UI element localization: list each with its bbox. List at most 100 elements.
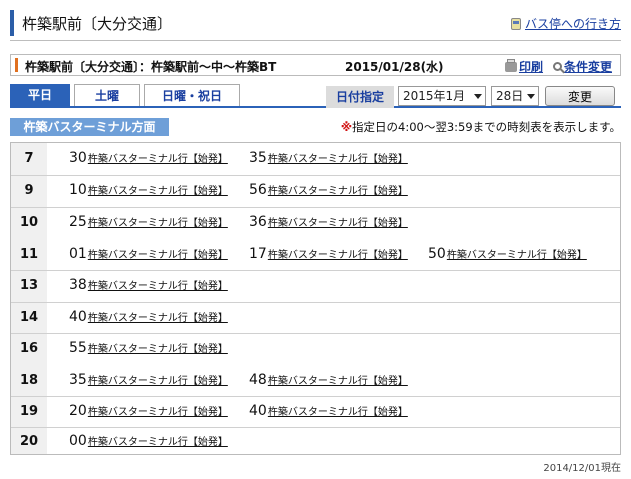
departure-destination-link[interactable]: 杵築バスターミナル行【始発】 (268, 182, 408, 197)
departure-entry[interactable]: 17 杵築バスターミナル行【始発】 (249, 246, 408, 262)
departure-entry[interactable]: 50 杵築バスターミナル行【始発】 (428, 246, 587, 262)
page-title: 杵築駅前〔大分交通〕 (22, 15, 173, 33)
timetable-row: 7 30 杵築バスターミナル行【始発】 35 杵築バスターミナル行【始発】 (11, 143, 620, 176)
hour-label: 18 (19, 373, 39, 388)
tab-sunday-holiday[interactable]: 日曜・祝日 (144, 84, 240, 106)
departure-destination-link[interactable]: 杵築バスターミナル行【始発】 (88, 403, 228, 418)
departure-entry[interactable]: 35 杵築バスターミナル行【始発】 (69, 372, 228, 388)
last-updated: 2014/12/01現在 (543, 463, 621, 474)
departure-entry[interactable]: 48 杵築バスターミナル行【始発】 (249, 372, 408, 388)
departure-minute: 35 (249, 150, 267, 166)
change-conditions-button[interactable]: 条件変更 (552, 58, 612, 75)
hour-label: 11 (19, 247, 39, 262)
departure-entry[interactable]: 25 杵築バスターミナル行【始発】 (69, 214, 228, 230)
departure-entry[interactable]: 01 杵築バスターミナル行【始発】 (69, 246, 228, 262)
departure-minute: 01 (69, 246, 87, 262)
timetable: 7 30 杵築バスターミナル行【始発】 35 杵築バスターミナル行【始発】 9 10 杵築バス… (10, 142, 621, 455)
departure-minute: 40 (249, 403, 267, 419)
hour-label: 20 (19, 434, 39, 449)
departure-entry[interactable]: 56 杵築バスターミナル行【始発】 (249, 182, 408, 198)
hour-label: 10 (19, 215, 39, 230)
departure-minute: 10 (69, 182, 87, 198)
departure-entry[interactable]: 20 杵築バスターミナル行【始発】 (69, 403, 228, 419)
departure-minute: 48 (249, 372, 267, 388)
print-button[interactable]: 印刷 (504, 58, 543, 75)
notice-text: ※指定日の4:00〜翌3:59までの時刻表を表示します。 (341, 119, 621, 135)
departure-entry[interactable]: 38 杵築バスターミナル行【始発】 (69, 277, 228, 293)
bus-stop-directions-label: バス停への行き方 (524, 17, 621, 31)
departure-destination-link[interactable]: 杵築バスターミナル行【始発】 (268, 150, 408, 165)
notice-mark: ※ (340, 120, 352, 134)
month-select-value: 2015年1月 (403, 89, 466, 103)
departure-entry[interactable]: 36 杵築バスターミナル行【始発】 (249, 214, 408, 230)
departure-minute: 36 (249, 214, 267, 230)
departure-entry[interactable]: 40 杵築バスターミナル行【始発】 (249, 403, 408, 419)
chevron-down-icon (474, 94, 482, 99)
printer-icon (504, 58, 517, 72)
departure-minute: 30 (69, 150, 87, 166)
timetable-row: 13 38 杵築バスターミナル行【始発】 (11, 270, 620, 303)
bus-stop-icon (510, 17, 521, 30)
departure-destination-link[interactable]: 杵築バスターミナル行【始発】 (88, 372, 228, 387)
timetable-row: 9 10 杵築バスターミナル行【始発】 56 杵築バスターミナル行【始発】 (11, 175, 620, 208)
departure-minute: 20 (69, 403, 87, 419)
hour-label: 16 (19, 341, 39, 356)
direction-label: 杵築バスターミナル方面 (10, 118, 169, 136)
day-select[interactable]: 28日 (491, 86, 539, 106)
hour-label: 7 (24, 151, 34, 166)
page-header: 杵築駅前〔大分交通〕 バス停への行き方 (10, 8, 621, 38)
route-info-bar: 杵築駅前〔大分交通〕：杵築駅前〜中〜杵築BT 2015/01/28(水) 印刷 … (10, 54, 621, 76)
day-select-value: 28日 (496, 89, 524, 103)
departure-destination-link[interactable]: 杵築バスターミナル行【始発】 (88, 182, 228, 197)
departure-minute: 17 (249, 246, 267, 262)
title-divider (10, 40, 621, 41)
print-label: 印刷 (518, 60, 543, 74)
info-actions: 印刷 条件変更 (504, 58, 612, 75)
departure-entry[interactable]: 30 杵築バスターミナル行【始発】 (69, 150, 228, 166)
route-name: 杵築駅前〔大分交通〕：杵築駅前〜中〜杵築BT (25, 60, 277, 74)
departure-destination-link[interactable]: 杵築バスターミナル行【始発】 (88, 340, 228, 355)
departure-minute: 38 (69, 277, 87, 293)
month-select[interactable]: 2015年1月 (398, 86, 486, 106)
info-accent-bar (15, 58, 18, 72)
departure-destination-link[interactable]: 杵築バスターミナル行【始発】 (447, 246, 587, 261)
change-date-button[interactable]: 変更 (545, 86, 615, 106)
departure-destination-link[interactable]: 杵築バスターミナル行【始発】 (88, 277, 228, 292)
departure-minute: 50 (428, 246, 446, 262)
departure-destination-link[interactable]: 杵築バスターミナル行【始発】 (88, 433, 228, 448)
departure-destination-link[interactable]: 杵築バスターミナル行【始発】 (88, 309, 228, 324)
departure-entry[interactable]: 35 杵築バスターミナル行【始発】 (249, 150, 408, 166)
departure-minute: 56 (249, 182, 267, 198)
hour-label: 9 (24, 183, 34, 198)
departure-minute: 00 (69, 433, 87, 449)
hour-label: 13 (19, 278, 39, 293)
departure-destination-link[interactable]: 杵築バスターミナル行【始発】 (268, 372, 408, 387)
hour-label: 19 (19, 404, 39, 419)
title-accent-bar (10, 10, 14, 36)
tab-weekday[interactable]: 平日 (10, 84, 70, 106)
change-conditions-label: 条件変更 (563, 60, 612, 74)
hour-label: 14 (19, 310, 39, 325)
departure-destination-link[interactable]: 杵築バスターミナル行【始発】 (268, 246, 408, 261)
magnifier-icon (552, 62, 562, 71)
departure-destination-link[interactable]: 杵築バスターミナル行【始発】 (88, 150, 228, 165)
date-spec-label: 日付指定 (326, 86, 394, 108)
departure-entry[interactable]: 00 杵築バスターミナル行【始発】 (69, 433, 228, 449)
timetable-row: 11 01 杵築バスターミナル行【始発】 17 杵築バスターミナル行【始発】 50 杵築バス… (11, 239, 620, 271)
timetable-row: 10 25 杵築バスターミナル行【始発】 36 杵築バスターミナル行【始発】 (11, 207, 620, 239)
departure-entry[interactable]: 55 杵築バスターミナル行【始発】 (69, 340, 228, 356)
chevron-down-icon (527, 94, 535, 99)
departure-destination-link[interactable]: 杵築バスターミナル行【始発】 (268, 403, 408, 418)
tab-saturday[interactable]: 土曜 (74, 84, 140, 106)
notice-message: 指定日の4:00〜翌3:59までの時刻表を表示します。 (352, 120, 621, 134)
departure-minute: 40 (69, 309, 87, 325)
departure-entry[interactable]: 10 杵築バスターミナル行【始発】 (69, 182, 228, 198)
timetable-row: 16 55 杵築バスターミナル行【始発】 (11, 333, 620, 365)
bus-stop-directions-link[interactable]: バス停への行き方 (510, 15, 621, 32)
departure-destination-link[interactable]: 杵築バスターミナル行【始発】 (88, 246, 228, 261)
departure-destination-link[interactable]: 杵築バスターミナル行【始発】 (268, 214, 408, 229)
departure-destination-link[interactable]: 杵築バスターミナル行【始発】 (88, 214, 228, 229)
selected-date: 2015/01/28(水) (345, 60, 444, 74)
departure-entry[interactable]: 40 杵築バスターミナル行【始発】 (69, 309, 228, 325)
departure-minute: 55 (69, 340, 87, 356)
